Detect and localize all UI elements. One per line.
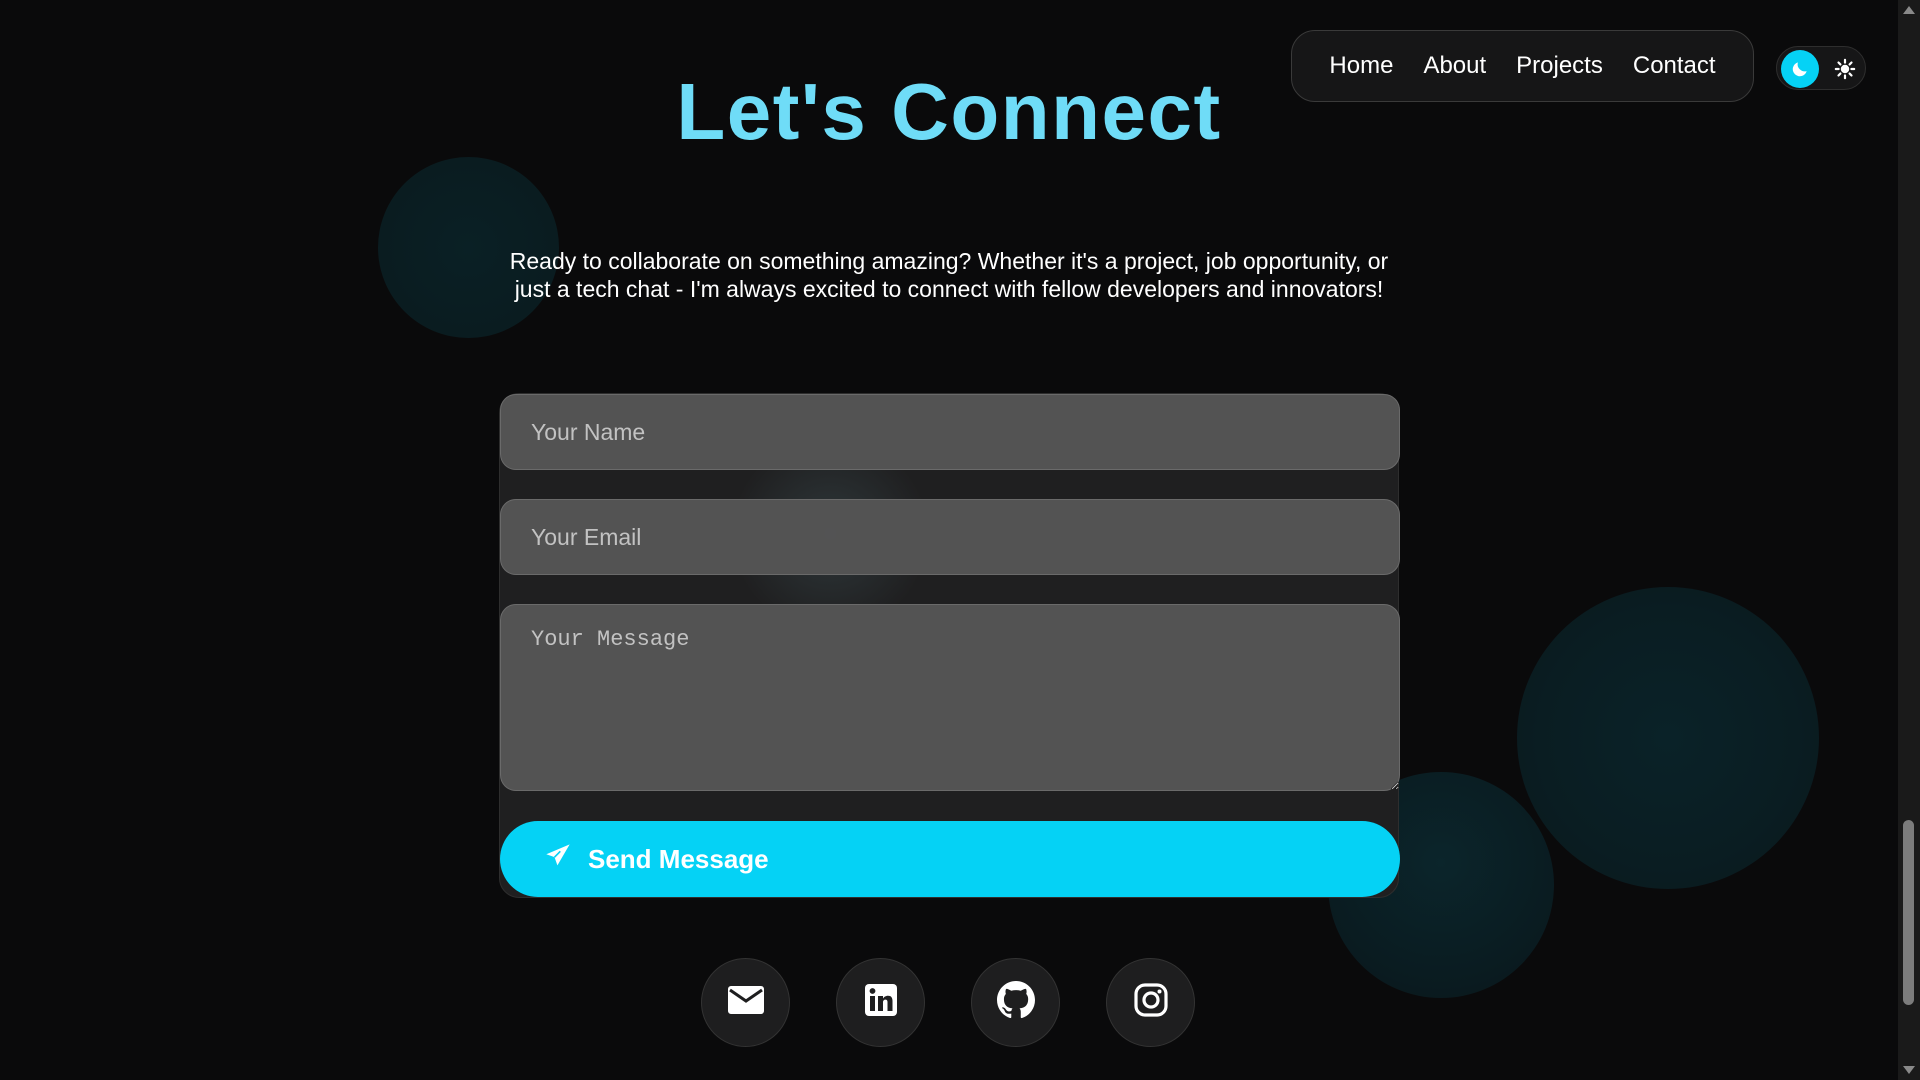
theme-toggle[interactable] bbox=[1776, 46, 1866, 90]
scroll-down-arrow-icon[interactable] bbox=[1903, 1066, 1915, 1074]
message-field[interactable] bbox=[500, 604, 1400, 791]
github-icon bbox=[996, 981, 1035, 1024]
main-nav: Home About Projects Contact bbox=[1291, 30, 1754, 102]
instagram-icon bbox=[1133, 983, 1168, 1022]
nav-home[interactable]: Home bbox=[1329, 52, 1393, 80]
nav-contact[interactable]: Contact bbox=[1633, 52, 1716, 80]
intro-text: Ready to collaborate on something amazin… bbox=[509, 248, 1389, 302]
email-field[interactable] bbox=[500, 499, 1400, 575]
nav-projects[interactable]: Projects bbox=[1516, 52, 1603, 80]
scroll-up-arrow-icon[interactable] bbox=[1903, 6, 1915, 14]
github-link[interactable] bbox=[971, 958, 1060, 1047]
send-message-button[interactable]: Send Message bbox=[500, 821, 1400, 897]
social-links bbox=[701, 958, 1195, 1047]
page-scrollbar[interactable] bbox=[1898, 0, 1920, 1080]
sun-icon bbox=[1833, 57, 1857, 81]
name-field[interactable] bbox=[500, 394, 1400, 470]
moon-icon bbox=[1781, 50, 1819, 88]
email-link[interactable] bbox=[701, 958, 790, 1047]
background-bubble bbox=[1517, 587, 1819, 889]
linkedin-link[interactable] bbox=[836, 958, 925, 1047]
nav-about[interactable]: About bbox=[1423, 52, 1486, 80]
send-message-label: Send Message bbox=[588, 843, 769, 874]
instagram-link[interactable] bbox=[1106, 958, 1195, 1047]
contact-form: Send Message bbox=[499, 393, 1400, 898]
scrollbar-thumb[interactable] bbox=[1903, 820, 1914, 1005]
envelope-icon bbox=[727, 985, 765, 1020]
linkedin-icon bbox=[864, 983, 898, 1022]
paper-plane-icon bbox=[544, 842, 572, 877]
